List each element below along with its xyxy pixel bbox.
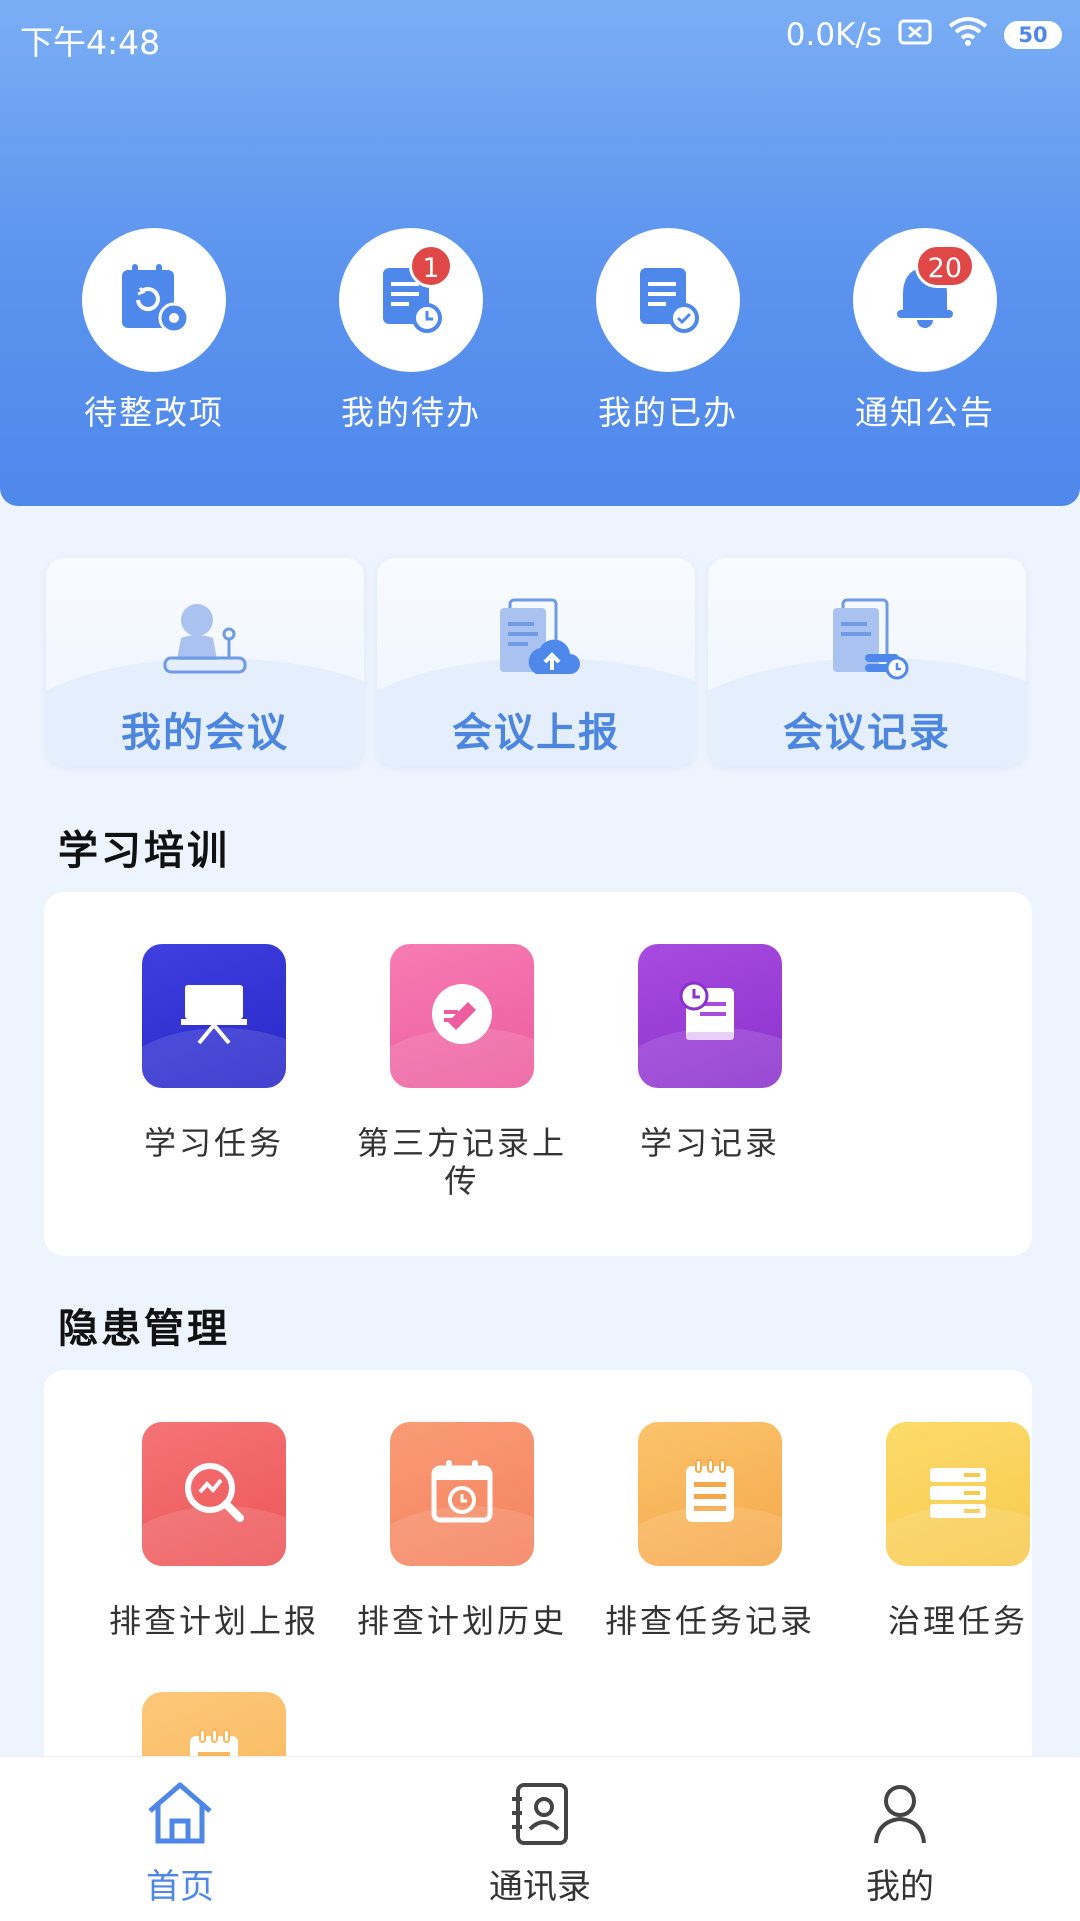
notice-count-badge: 20 bbox=[914, 244, 975, 288]
nav-label: 我的 bbox=[866, 1867, 934, 1907]
meeting-card-mine[interactable]: 我的会议 bbox=[46, 558, 364, 766]
tile-icon-bg bbox=[390, 1422, 534, 1566]
tile-gloss bbox=[390, 1506, 534, 1566]
user-icon bbox=[864, 1785, 936, 1853]
quick-action-circle: 1 bbox=[339, 228, 483, 372]
contacts-icon bbox=[504, 1783, 576, 1853]
network-speed: 0.0K/s bbox=[785, 17, 882, 53]
quick-action-circle bbox=[82, 228, 226, 372]
study-item-third-party-upload[interactable]: 第三方记录上传 bbox=[338, 944, 586, 1200]
quick-action-label: 通知公告 bbox=[855, 393, 995, 432]
calendar-gear-icon bbox=[116, 260, 192, 340]
tile-icon-bg bbox=[142, 944, 286, 1088]
quick-action-circle bbox=[596, 228, 740, 372]
tile-icon-bg bbox=[142, 1422, 286, 1566]
tile-gloss bbox=[638, 1028, 782, 1088]
tile-icon-bg bbox=[886, 1422, 1030, 1566]
tile-gloss bbox=[142, 1028, 286, 1088]
bottom-nav: 首页 通讯录 我的 bbox=[0, 1756, 1080, 1921]
battery-icon: 50 bbox=[1004, 21, 1062, 49]
nav-label: 首页 bbox=[146, 1867, 214, 1907]
section-title-hazard: 隐患管理 bbox=[58, 1306, 230, 1352]
section-title-study: 学习培训 bbox=[58, 828, 230, 874]
meeting-card-report[interactable]: 会议上报 bbox=[377, 558, 695, 766]
todo-count-badge: 1 bbox=[409, 244, 453, 288]
study-panel: 学习任务 第三方记录上传 学习记录 bbox=[44, 892, 1032, 1256]
hazard-item-task-records[interactable]: 排查任务记录 bbox=[586, 1422, 834, 1640]
hazard-item-governance[interactable]: 治理任务 bbox=[834, 1422, 1080, 1640]
nav-item-home[interactable]: 首页 bbox=[80, 1777, 280, 1908]
tile-icon-bg bbox=[638, 944, 782, 1088]
hazard-panel: 排查计划上报 排查计划历史 排查任务记录 治理任务 bbox=[44, 1370, 1032, 1836]
tile-gloss bbox=[638, 1506, 782, 1566]
study-item-label: 第三方记录上传 bbox=[356, 1124, 567, 1200]
nav-label: 通讯录 bbox=[489, 1867, 591, 1907]
quick-action-todo[interactable]: 1 我的待办 bbox=[283, 228, 539, 434]
study-item-records[interactable]: 学习记录 bbox=[586, 944, 834, 1162]
study-item-label: 学习记录 bbox=[639, 1124, 780, 1162]
tile-gloss bbox=[390, 1028, 534, 1088]
wifi-icon bbox=[948, 16, 988, 54]
hazard-item-label: 排查计划上报 bbox=[108, 1602, 319, 1640]
quick-action-rectify[interactable]: 待整改项 bbox=[26, 228, 282, 434]
hazard-item-label: 治理任务 bbox=[887, 1602, 1028, 1640]
hazard-item-plan-report[interactable]: 排查计划上报 bbox=[90, 1422, 338, 1640]
status-bar: 下午4:48 0.0K/s 50 bbox=[0, 0, 1080, 72]
document-record-icon bbox=[819, 594, 915, 690]
sim-x-icon bbox=[898, 17, 932, 53]
home-icon bbox=[144, 1782, 216, 1853]
quick-actions: 待整改项 1 我的待办 我的已办 20 通知公告 bbox=[0, 228, 1080, 432]
quick-action-label: 待整改项 bbox=[84, 393, 224, 432]
quick-action-label: 我的已办 bbox=[598, 393, 738, 432]
document-check-icon bbox=[630, 260, 706, 340]
person-stamp-icon bbox=[157, 594, 253, 690]
document-upload-icon bbox=[488, 594, 584, 690]
quick-action-notices[interactable]: 20 通知公告 bbox=[797, 228, 1053, 434]
tile-icon-bg bbox=[638, 1422, 782, 1566]
meeting-cards: 我的会议 会议上报 会议记录 bbox=[46, 558, 1030, 768]
status-time: 下午4:48 bbox=[20, 23, 161, 62]
hazard-item-label: 排查计划历史 bbox=[356, 1602, 567, 1640]
meeting-card-records[interactable]: 会议记录 bbox=[708, 558, 1026, 766]
quick-action-label: 我的待办 bbox=[341, 393, 481, 432]
tile-gloss bbox=[142, 1506, 286, 1566]
quick-action-circle: 20 bbox=[853, 228, 997, 372]
hazard-item-plan-history[interactable]: 排查计划历史 bbox=[338, 1422, 586, 1640]
meeting-card-label: 我的会议 bbox=[121, 710, 289, 756]
nav-item-contacts[interactable]: 通讯录 bbox=[440, 1777, 640, 1908]
header-banner: 下午4:48 0.0K/s 50 待整改项 1 我的待办 我的已办 20 通知公… bbox=[0, 0, 1080, 506]
tile-gloss bbox=[886, 1506, 1030, 1566]
study-item-label: 学习任务 bbox=[143, 1124, 284, 1162]
nav-item-profile[interactable]: 我的 bbox=[800, 1777, 1000, 1908]
tile-icon-bg bbox=[390, 944, 534, 1088]
quick-action-done[interactable]: 我的已办 bbox=[540, 228, 796, 434]
hazard-item-label: 排查任务记录 bbox=[604, 1602, 815, 1640]
meeting-card-label: 会议记录 bbox=[783, 710, 951, 756]
study-item-task[interactable]: 学习任务 bbox=[90, 944, 338, 1162]
meeting-card-label: 会议上报 bbox=[452, 710, 620, 756]
status-right: 0.0K/s 50 bbox=[786, 16, 1062, 54]
